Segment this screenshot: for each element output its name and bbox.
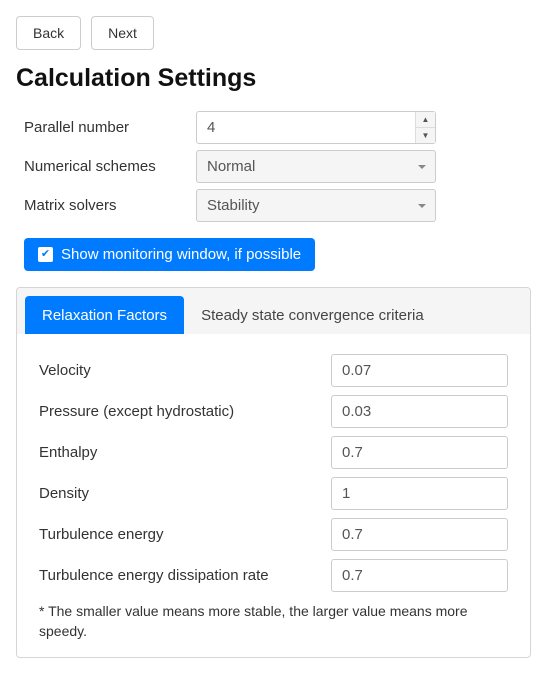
enthalpy-input[interactable] <box>331 436 508 469</box>
parallel-number-label: Parallel number <box>24 119 196 136</box>
parallel-step-down-icon[interactable]: ▼ <box>416 128 435 143</box>
tab-relaxation-factors[interactable]: Relaxation Factors <box>25 296 184 334</box>
relaxation-panel: Relaxation Factors Steady state converge… <box>16 287 531 658</box>
pressure-input[interactable] <box>331 395 508 428</box>
page-title: Calculation Settings <box>16 64 531 93</box>
next-button[interactable]: Next <box>91 16 154 50</box>
relaxation-footnote: * The smaller value means more stable, t… <box>39 602 508 641</box>
density-label: Density <box>39 485 331 502</box>
matrix-solvers-label: Matrix solvers <box>24 197 196 214</box>
parallel-step-up-icon[interactable]: ▲ <box>416 112 435 128</box>
turbulence-energy-label: Turbulence energy <box>39 526 331 543</box>
enthalpy-label: Enthalpy <box>39 444 331 461</box>
turbulence-dissipation-label: Turbulence energy dissipation rate <box>39 567 331 584</box>
numerical-schemes-value: Normal <box>196 150 436 183</box>
matrix-solvers-value: Stability <box>196 189 436 222</box>
numerical-schemes-select[interactable]: Normal <box>196 150 436 183</box>
numerical-schemes-label: Numerical schemes <box>24 158 196 175</box>
back-button[interactable]: Back <box>16 16 81 50</box>
show-monitoring-label: Show monitoring window, if possible <box>61 246 301 263</box>
turbulence-energy-input[interactable] <box>331 518 508 551</box>
density-input[interactable] <box>331 477 508 510</box>
velocity-input[interactable] <box>331 354 508 387</box>
turbulence-dissipation-input[interactable] <box>331 559 508 592</box>
parallel-number-input[interactable] <box>196 111 436 144</box>
pressure-label: Pressure (except hydrostatic) <box>39 403 331 420</box>
matrix-solvers-select[interactable]: Stability <box>196 189 436 222</box>
velocity-label: Velocity <box>39 362 331 379</box>
tab-steady-state[interactable]: Steady state convergence criteria <box>184 296 441 334</box>
show-monitoring-checkbox[interactable]: ✔ Show monitoring window, if possible <box>24 238 315 271</box>
check-icon: ✔ <box>38 247 53 262</box>
